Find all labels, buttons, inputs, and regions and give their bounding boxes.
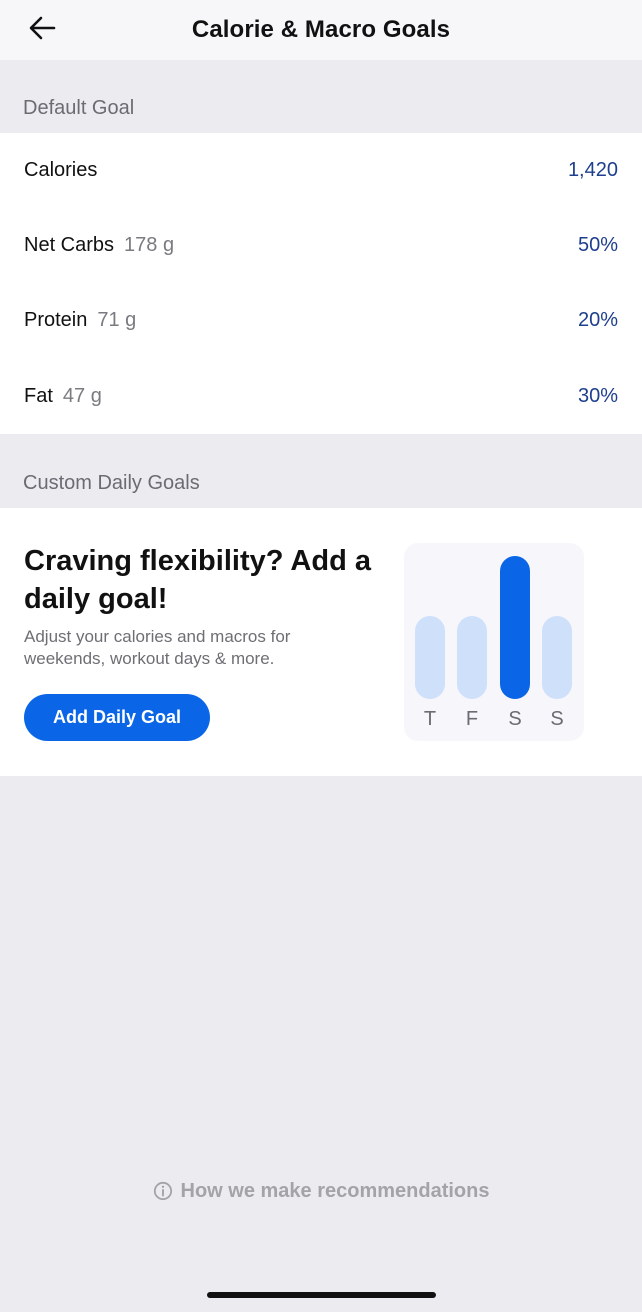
promo-title: Craving flexibility? Add a daily goal! (24, 545, 371, 615)
home-indicator (207, 1292, 436, 1298)
promo-description: Adjust your calories and macros for week… (24, 627, 291, 668)
goal-row-name: Fat (24, 385, 53, 407)
goal-row-protein[interactable]: Protein 71 g 20% (0, 283, 642, 358)
day-label: F (465, 708, 479, 730)
goal-row-name: Calories (24, 159, 98, 181)
goal-row-name: Net Carbs (24, 234, 115, 256)
goal-row-value: 30% (577, 385, 618, 407)
goal-row-value: 20% (577, 309, 618, 331)
goal-row-net-carbs[interactable]: Net Carbs 178 g 50% (0, 208, 642, 283)
goal-row-grams: 71 g (97, 309, 137, 331)
page-title: Calorie & Macro Goals (191, 16, 451, 43)
custom-goals-section-label: Custom Daily Goals (23, 472, 200, 494)
day-label: S (508, 708, 522, 730)
day-bar-2 (500, 556, 530, 699)
info-circle-icon (153, 1181, 172, 1201)
default-goal-card: Calories 1,420 Net Carbs 178 g 50% Prote… (0, 133, 642, 434)
goal-row-name: Protein (24, 309, 88, 331)
default-goal-section-label: Default Goal (23, 97, 135, 119)
goal-row-value: 50% (577, 234, 618, 256)
recommendations-link-label: How we make recommendations (180, 1179, 490, 1202)
goal-row-value: 1,420 (567, 159, 618, 181)
goal-row-grams: 47 g (62, 385, 102, 407)
day-bar-0 (415, 616, 445, 699)
back-button[interactable] (24, 12, 60, 44)
add-daily-goal-button[interactable]: Add Daily Goal (24, 694, 210, 741)
recommendations-link[interactable]: How we make recommendations (0, 1176, 642, 1206)
arrow-left-icon (29, 16, 56, 40)
goal-row-grams: 178 g (124, 234, 175, 256)
day-label: T (423, 708, 437, 730)
day-bar-1 (457, 616, 487, 699)
top-bar: Calorie & Macro Goals (0, 0, 642, 60)
goal-row-calories[interactable]: Calories 1,420 (0, 133, 642, 208)
goal-row-fat[interactable]: Fat 47 g 30% (0, 359, 642, 434)
day-label: S (550, 708, 564, 730)
day-bar-3 (542, 616, 572, 699)
